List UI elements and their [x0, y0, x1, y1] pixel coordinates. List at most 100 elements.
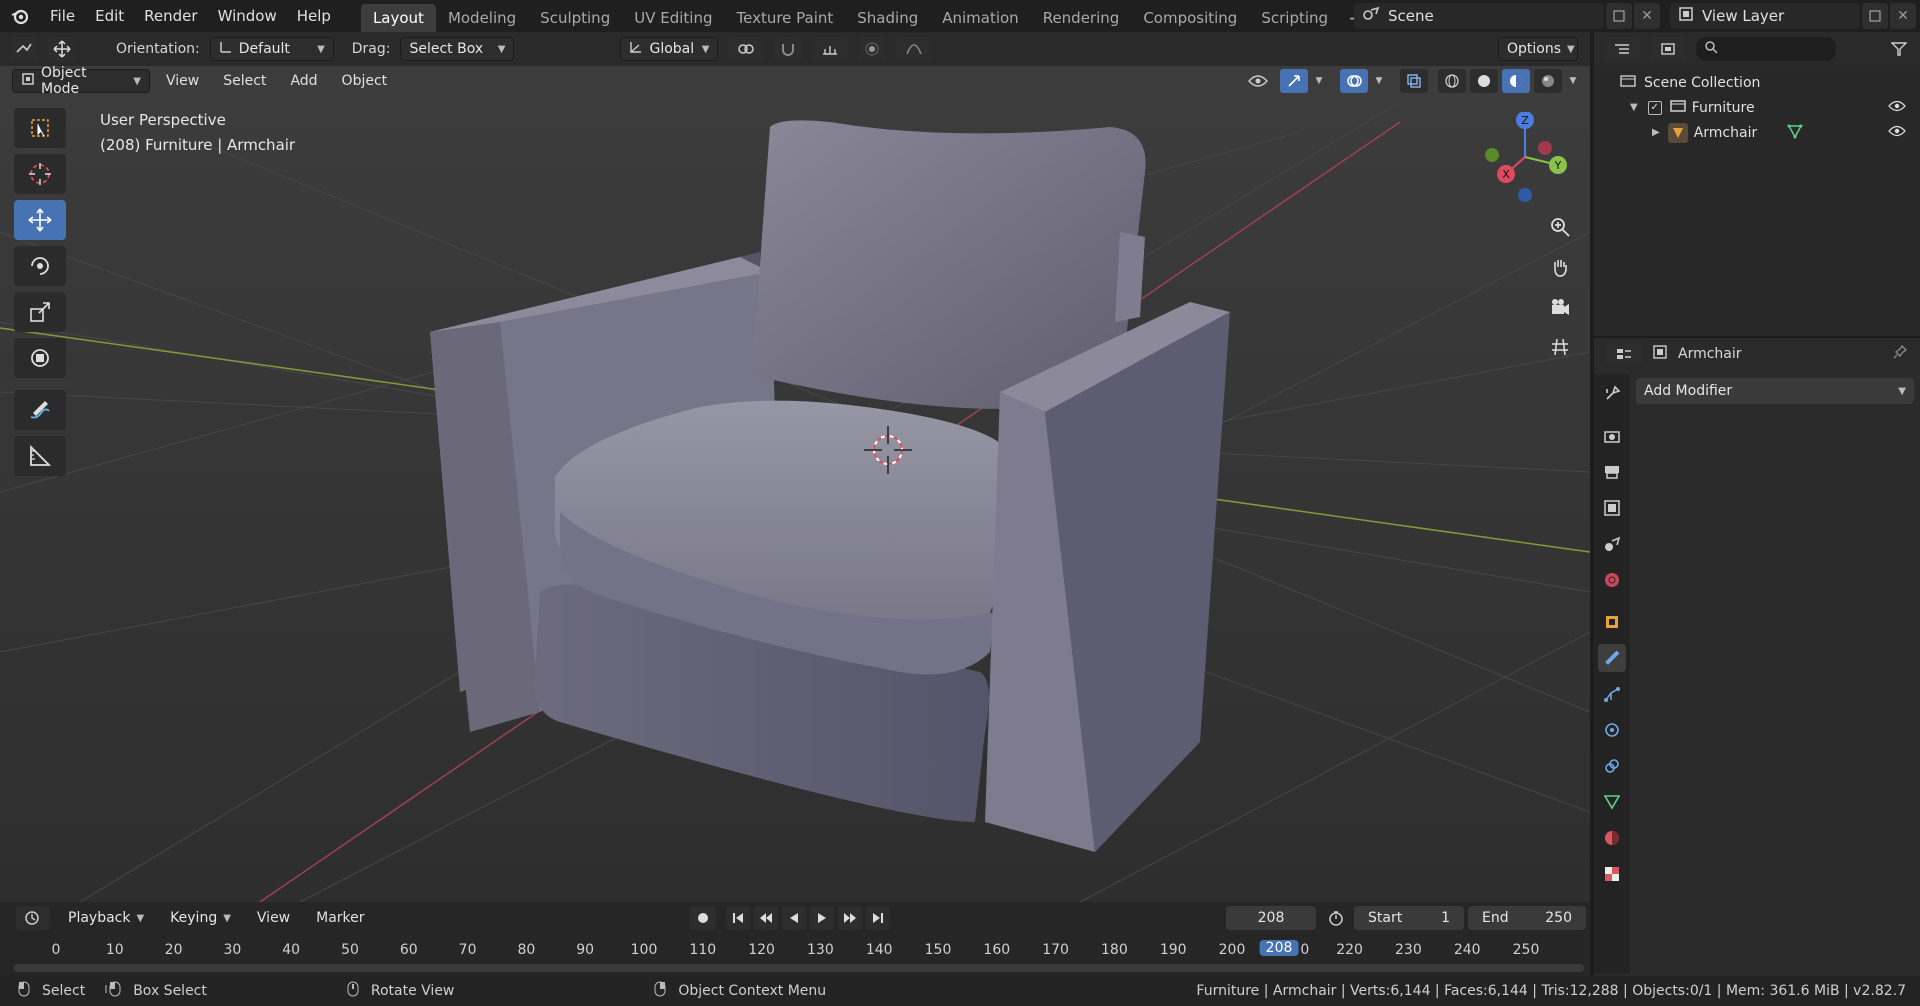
tab-animation[interactable]: Animation — [930, 4, 1030, 32]
chevron-down-icon[interactable]: ▼ — [1372, 69, 1386, 93]
pin-icon[interactable] — [1892, 344, 1908, 364]
mesh-data-icon[interactable] — [1787, 123, 1803, 143]
new-scene-icon[interactable] — [1606, 3, 1632, 29]
prev-keyframe-icon[interactable] — [754, 906, 778, 930]
filter-icon[interactable] — [1884, 37, 1914, 61]
stopwatch-icon[interactable] — [1322, 906, 1350, 930]
menu-select[interactable]: Select — [215, 71, 274, 91]
material-tab-icon[interactable] — [1598, 824, 1626, 852]
jump-end-icon[interactable] — [866, 906, 890, 930]
disclosure-triangle-icon[interactable]: ▶ — [1652, 127, 1660, 138]
marker-menu[interactable]: Marker — [308, 908, 372, 928]
display-mode-icon[interactable] — [1650, 37, 1686, 61]
world-tab-icon[interactable] — [1598, 566, 1626, 594]
timeline-scrollbar[interactable] — [14, 964, 1584, 972]
falloff-icon[interactable] — [896, 37, 933, 61]
render-tab-icon[interactable] — [1598, 422, 1626, 450]
menu-view[interactable]: View — [158, 71, 207, 91]
texture-tab-icon[interactable] — [1598, 860, 1626, 888]
tab-uv-editing[interactable]: UV Editing — [622, 4, 724, 32]
keying-menu[interactable]: Keying ▼ — [162, 906, 239, 930]
mode-dropdown[interactable]: Object Mode ▼ — [12, 65, 150, 97]
proportional-edit-icon[interactable] — [858, 37, 887, 61]
gizmo-toggle-icon[interactable] — [1280, 69, 1308, 93]
tab-compositing[interactable]: Compositing — [1131, 4, 1249, 32]
visibility-icon[interactable] — [1240, 69, 1276, 93]
menu-object[interactable]: Object — [334, 71, 396, 91]
move-tool-icon[interactable] — [14, 200, 66, 240]
wireframe-shading-icon[interactable] — [1438, 69, 1466, 93]
move-tool-icon[interactable] — [48, 37, 76, 61]
menu-file[interactable]: File — [40, 0, 85, 32]
chevron-down-icon[interactable]: ▼ — [1312, 69, 1326, 93]
record-icon[interactable] — [690, 906, 716, 930]
xray-toggle-icon[interactable] — [1400, 69, 1428, 93]
disclosure-triangle-icon[interactable]: ▼ — [1630, 102, 1638, 113]
end-frame-field[interactable]: End 250 — [1468, 906, 1586, 930]
grid-view-icon[interactable] — [1545, 332, 1575, 362]
constraints-tab-icon[interactable] — [1598, 752, 1626, 780]
menu-add[interactable]: Add — [282, 71, 325, 91]
timeline-view-menu[interactable]: View — [249, 908, 298, 928]
play-icon[interactable] — [810, 906, 834, 930]
drag-dropdown[interactable]: Select Box ▼ — [400, 37, 515, 61]
view-layer-selector[interactable]: View Layer — [1670, 3, 1860, 29]
chevron-down-icon[interactable]: ▼ — [1566, 69, 1580, 93]
tab-texture-paint[interactable]: Texture Paint — [724, 4, 845, 32]
tab-sculpting[interactable]: Sculpting — [528, 4, 622, 32]
outliner-object-armchair[interactable]: ▶ Armchair — [1594, 120, 1920, 145]
modifier-tab-icon[interactable] — [1598, 644, 1626, 672]
delete-view-layer-icon[interactable]: ✕ — [1890, 3, 1916, 29]
scale-tool-icon[interactable] — [14, 292, 66, 332]
outliner-scene-collection[interactable]: Scene Collection — [1594, 70, 1920, 95]
pan-hand-icon[interactable] — [1545, 252, 1575, 282]
rotate-tool-icon[interactable] — [14, 246, 66, 286]
select-box-tool-icon[interactable] — [14, 108, 66, 148]
output-tab-icon[interactable] — [1598, 458, 1626, 486]
camera-view-icon[interactable] — [1545, 292, 1575, 322]
transform-orientation-dropdown[interactable]: Global ▼ — [620, 37, 719, 61]
start-frame-field[interactable]: Start 1 — [1354, 906, 1464, 930]
view-layer-tab-icon[interactable] — [1598, 494, 1626, 522]
cursor-tool-icon[interactable] — [14, 154, 66, 194]
collection-checkbox[interactable]: ✓ — [1647, 100, 1662, 115]
add-modifier-dropdown[interactable]: Add Modifier ▼ — [1636, 378, 1914, 404]
data-tab-icon[interactable] — [1598, 788, 1626, 816]
new-view-layer-icon[interactable] — [1862, 3, 1888, 29]
eye-icon[interactable] — [1888, 125, 1906, 141]
jump-start-icon[interactable] — [726, 906, 750, 930]
playback-menu[interactable]: Playback ▼ — [60, 906, 152, 930]
outliner-editor-type-icon[interactable] — [1604, 37, 1640, 61]
tab-scripting[interactable]: Scripting — [1249, 4, 1340, 32]
rendered-shading-icon[interactable] — [1534, 69, 1562, 93]
tab-shading[interactable]: Shading — [845, 4, 930, 32]
pivot-point-icon[interactable] — [728, 37, 765, 61]
tab-modeling[interactable]: Modeling — [436, 4, 528, 32]
material-preview-shading-icon[interactable] — [1502, 69, 1530, 93]
menu-help[interactable]: Help — [287, 0, 341, 32]
properties-editor-type-icon[interactable] — [1606, 342, 1642, 366]
overlays-toggle-icon[interactable] — [1340, 69, 1368, 93]
current-frame-field[interactable]: 208 — [1226, 906, 1316, 930]
timeline-editor-type-icon[interactable] — [16, 906, 50, 930]
blender-logo-icon[interactable] — [0, 0, 40, 32]
menu-render[interactable]: Render — [134, 0, 207, 32]
menu-edit[interactable]: Edit — [85, 0, 134, 32]
transform-tool-icon[interactable] — [14, 338, 66, 378]
editor-type-icon[interactable] — [10, 37, 38, 61]
solid-shading-icon[interactable] — [1470, 69, 1498, 93]
orientation-dropdown[interactable]: Default ▼ — [209, 37, 334, 61]
delete-scene-icon[interactable]: ✕ — [1634, 3, 1660, 29]
particles-tab-icon[interactable] — [1598, 680, 1626, 708]
scene-tab-icon[interactable] — [1598, 530, 1626, 558]
scene-selector[interactable]: Scene — [1354, 3, 1604, 29]
outliner-search-input[interactable] — [1696, 37, 1836, 61]
object-tab-icon[interactable] — [1598, 608, 1626, 636]
annotate-tool-icon[interactable] — [14, 390, 66, 430]
zoom-icon[interactable] — [1545, 212, 1575, 242]
menu-window[interactable]: Window — [208, 0, 287, 32]
next-keyframe-icon[interactable] — [838, 906, 862, 930]
tab-rendering[interactable]: Rendering — [1031, 4, 1132, 32]
tab-layout[interactable]: Layout — [360, 4, 436, 32]
play-reverse-icon[interactable] — [782, 906, 806, 930]
